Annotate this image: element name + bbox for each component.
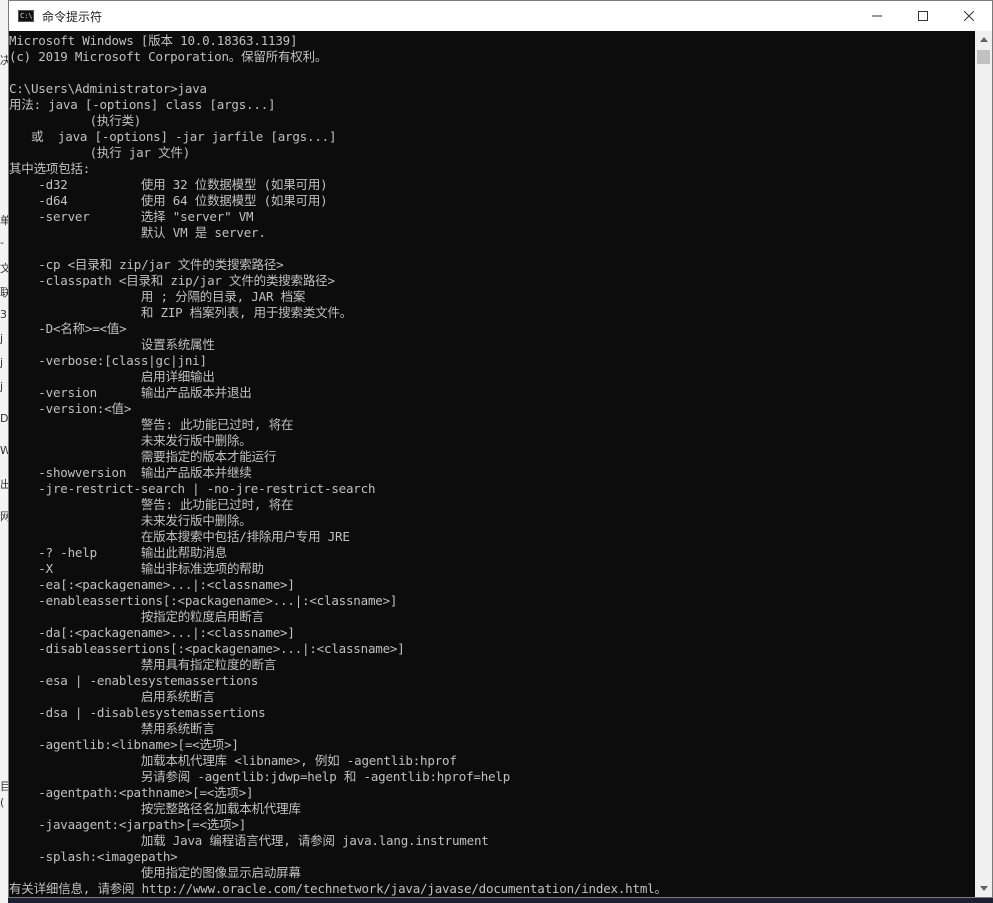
console-line: -server 选择 "server" VM <box>9 209 254 224</box>
window-title: 命令提示符 <box>42 9 103 24</box>
background-text-fragment: 单 <box>0 214 8 227</box>
background-text-fragment: 3 <box>0 308 7 321</box>
console-line: C:\Users\Administrator>java <box>9 81 207 96</box>
console-line: 其中选项包括: <box>9 161 91 176</box>
scrollbar-thumb[interactable] <box>977 50 990 64</box>
console-line: 启用详细输出 <box>9 369 215 384</box>
background-text-fragment: 文 <box>0 262 8 275</box>
scroll-down-button[interactable] <box>975 880 992 897</box>
console-line: 设置系统属性 <box>9 337 215 352</box>
console-line: 禁用系统断言 <box>9 721 215 736</box>
background-text-fragment: D <box>0 412 8 425</box>
console-line: 默认 VM 是 server. <box>9 225 266 240</box>
minimize-button[interactable] <box>854 1 900 31</box>
console-line: -X 输出非标准选项的帮助 <box>9 561 264 576</box>
background-text-fragment: 出 <box>0 478 8 491</box>
console-line: -agentlib:<libname>[=<选项>] <box>9 737 239 752</box>
close-button[interactable] <box>946 1 992 31</box>
console-line: -da[:<packagename>...|:<classname>] <box>9 625 295 640</box>
console-line: 和 ZIP 档案列表, 用于搜索类文件。 <box>9 305 353 320</box>
console-line: 加载 Java 编程语言代理, 请参阅 java.lang.instrument <box>9 833 489 848</box>
console-line: (执行 jar 文件) <box>9 145 191 160</box>
background-text-fragment: 网 <box>0 510 8 523</box>
console-line: 需要指定的版本才能运行 <box>9 449 277 464</box>
console-line: 有关详细信息, 请参阅 http://www.oracle.com/techne… <box>9 881 667 896</box>
scroll-up-icon <box>979 37 988 42</box>
background-text-fragment: - <box>0 236 4 249</box>
background-text-fragment: W <box>0 444 8 457</box>
vertical-scrollbar[interactable] <box>975 31 992 897</box>
console-line: 禁用具有指定粒度的断言 <box>9 657 277 672</box>
console-line: -agentpath:<pathname>[=<选项>] <box>9 785 254 800</box>
minimize-icon <box>872 15 882 17</box>
scroll-down-icon <box>979 886 988 891</box>
console-line: 另请参阅 -agentlib:jdwp=help 和 -agentlib:hpr… <box>9 769 511 784</box>
console-line: -d64 使用 64 位数据模型 (如果可用) <box>9 193 328 208</box>
console-line: -verbose:[class|gc|jni] <box>9 353 207 368</box>
background-text-fragment: ( <box>0 796 5 809</box>
console-line: -ea[:<packagename>...|:<classname>] <box>9 577 295 592</box>
console-line: -jre-restrict-search | -no-jre-restrict-… <box>9 481 376 496</box>
console-line: 使用指定的图像显示启动屏幕 <box>9 865 301 880</box>
console-line: -splash:<imagepath> <box>9 849 178 864</box>
close-icon <box>964 11 974 21</box>
console-line: -D<名称>=<值> <box>9 321 127 336</box>
console-line: -javaagent:<jarpath>[=<选项>] <box>9 817 247 832</box>
background-text-fragment: 目 <box>0 780 8 793</box>
console-line: 启用系统断言 <box>9 689 215 704</box>
background-text-fragment: j <box>0 380 4 393</box>
console-line: (c) 2019 Microsoft Corporation。保留所有权利。 <box>9 49 328 64</box>
console-line: 未来发行版中删除。 <box>9 433 252 448</box>
console-line: -disableassertions[:<packagename>...|:<c… <box>9 641 405 656</box>
console-line: 用 ; 分隔的目录, JAR 档案 <box>9 289 306 304</box>
maximize-button[interactable] <box>900 1 946 31</box>
console-output[interactable]: Microsoft Windows [版本 10.0.18363.1139] (c… <box>9 31 969 897</box>
console-line: -version 输出产品版本并退出 <box>9 385 252 400</box>
background-window-edge: 决单 - 文联 3 j j j D W 出网目( <box>0 0 8 903</box>
console-line: -? -help 输出此帮助消息 <box>9 545 227 560</box>
cmd-window: C:\ 命令提示符 Microsoft Windows [版本 10.0.183… <box>8 0 993 898</box>
background-text-fragment: 决 <box>0 54 8 67</box>
console-line: 在版本搜索中包括/排除用户专用 JRE <box>9 529 350 544</box>
console-line: -dsa | -disablesystemassertions <box>9 705 266 720</box>
background-text-fragment: j <box>0 356 4 369</box>
console-line: -esa | -enablesystemassertions <box>9 673 259 688</box>
console-line: 加载本机代理库 <libname>, 例如 -agentlib:hprof <box>9 753 457 768</box>
window-controls <box>854 1 992 31</box>
console-line: (执行类) <box>9 113 142 128</box>
background-text-fragment: j <box>0 332 4 345</box>
console-line: Microsoft Windows [版本 10.0.18363.1139] <box>9 33 298 48</box>
scroll-up-button[interactable] <box>975 31 992 48</box>
console-line: 警告: 此功能已过时, 将在 <box>9 497 294 512</box>
console-line: -classpath <目录和 zip/jar 文件的类搜索路径> <box>9 273 335 288</box>
console-line: 用法: java [-options] class [args...] <box>9 97 276 112</box>
console-line: -showversion 输出产品版本并继续 <box>9 465 252 480</box>
console-line: -version:<值> <box>9 401 132 416</box>
console-line: -d32 使用 32 位数据模型 (如果可用) <box>9 177 328 192</box>
console-line: 警告: 此功能已过时, 将在 <box>9 417 294 432</box>
background-text-fragment: 联 <box>0 286 8 299</box>
console-line: -cp <目录和 zip/jar 文件的类搜索路径> <box>9 257 284 272</box>
console-line: 未来发行版中删除。 <box>9 513 252 528</box>
cmd-icon[interactable]: C:\ <box>18 10 34 22</box>
maximize-icon <box>918 11 928 21</box>
console-line: 按指定的粒度启用断言 <box>9 609 264 624</box>
console-line: 按完整路径名加载本机代理库 <box>9 801 301 816</box>
console-line: -enableassertions[:<packagename>...|:<cl… <box>9 593 398 608</box>
console-line: 或 java [-options] -jar jarfile [args...] <box>9 129 337 144</box>
title-bar[interactable]: C:\ 命令提示符 <box>9 1 992 31</box>
